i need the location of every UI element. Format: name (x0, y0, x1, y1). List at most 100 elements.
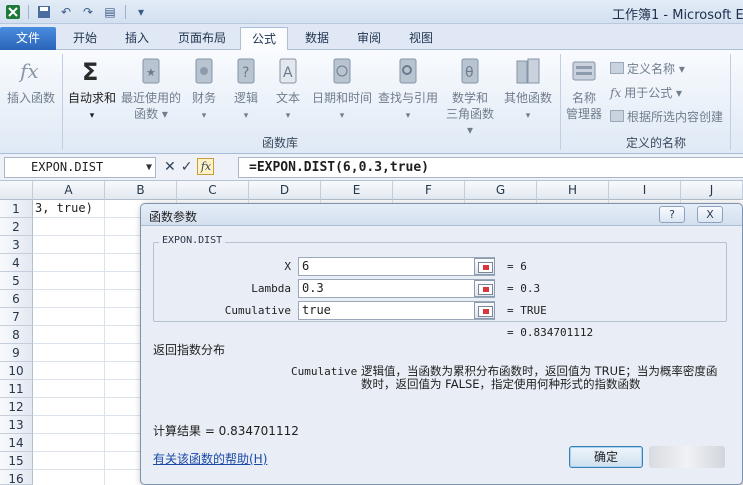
svg-text:θ: θ (465, 65, 474, 81)
row-header[interactable]: 11 (0, 380, 33, 398)
column-header[interactable]: H (537, 181, 609, 200)
row-header[interactable]: 4 (0, 254, 33, 272)
sigma-icon: Σ (82, 58, 98, 86)
row-header[interactable]: 14 (0, 434, 33, 452)
quick-access-toolbar: ↶ ↷ ▤ ▾ (4, 3, 150, 21)
name-manager-icon (572, 61, 596, 81)
use-in-formula-button[interactable]: fx 用于公式 ▾ (610, 84, 682, 101)
calc-result: 计算结果 = 0.834701112 (153, 424, 299, 438)
arg-input-cumulative[interactable]: true (298, 301, 495, 320)
ok-button[interactable]: 确定 (569, 446, 643, 468)
arg-desc-name: Cumulative (291, 365, 358, 378)
math-trig-button[interactable]: θ 数学和 三角函数 ▾ (442, 56, 498, 138)
financial-button[interactable]: 财务 ▾ (186, 56, 222, 124)
cancel-button[interactable] (649, 446, 725, 468)
text-button[interactable]: A 文本 ▾ (270, 56, 306, 124)
insert-function-fx-icon[interactable]: fx (197, 158, 215, 175)
arg-desc-line2: 数时，返回值为 FALSE，指定使用何种形式的指数函数 (361, 377, 641, 391)
collapse-dialog-icon[interactable] (474, 280, 495, 297)
help-icon[interactable]: ? (659, 206, 685, 223)
row-header[interactable]: 9 (0, 344, 33, 362)
define-name-icon (610, 62, 624, 74)
excel-logo-icon (4, 3, 22, 21)
row-header[interactable]: 12 (0, 398, 33, 416)
row-header[interactable]: 2 (0, 218, 33, 236)
row-header[interactable]: 5 (0, 272, 33, 290)
save-icon[interactable] (35, 3, 53, 21)
define-name-button[interactable]: 定义名称 ▾ (610, 60, 685, 77)
tab-view[interactable]: 视图 (398, 27, 444, 50)
arg-result-x: = 6 (507, 260, 527, 273)
name-box[interactable]: EXPON.DIST ▼ (4, 157, 156, 178)
close-icon[interactable]: X (697, 206, 723, 223)
datetime-button[interactable]: 日期和时间 ▾ (310, 56, 374, 124)
tab-home[interactable]: 开始 (62, 27, 108, 50)
row-header[interactable]: 13 (0, 416, 33, 434)
enter-check-icon[interactable]: ✓ (181, 159, 193, 175)
collapse-dialog-icon[interactable] (474, 258, 495, 275)
arg-label-x: X (284, 260, 291, 273)
row-header[interactable]: 1 (0, 200, 33, 218)
tab-formulas[interactable]: 公式 (240, 27, 288, 51)
arg-result-lambda: = 0.3 (507, 282, 541, 295)
column-header[interactable]: C (177, 181, 249, 200)
arg-result-cumulative: = TRUE (507, 304, 547, 317)
column-header[interactable]: F (393, 181, 465, 200)
customize-toolbar-icon[interactable]: ▾ (132, 3, 150, 21)
cancel-icon[interactable]: ✕ (164, 159, 176, 175)
column-header[interactable]: I (609, 181, 681, 200)
select-all-corner[interactable] (0, 181, 33, 200)
chevron-down-icon[interactable]: ▼ (146, 158, 152, 177)
redo-icon[interactable]: ↷ (79, 3, 97, 21)
group-label-defined-names: 定义的名称 (625, 136, 686, 150)
column-header[interactable]: D (249, 181, 321, 200)
arg-label-cumulative: Cumulative (224, 304, 291, 317)
lookup-reference-button[interactable]: 查找与引用 ▾ (376, 56, 440, 124)
tab-review[interactable]: 审阅 (346, 27, 392, 50)
collapse-dialog-icon[interactable] (474, 302, 495, 319)
column-header[interactable]: G (465, 181, 537, 200)
tab-data[interactable]: 数据 (294, 27, 340, 50)
formula-bar: EXPON.DIST ▼ ✕ ✓ fx =EXPON.DIST(6,0.3,tr… (0, 154, 743, 181)
column-header[interactable]: A (33, 181, 105, 200)
book-magnifier-icon (399, 58, 417, 84)
dialog-title-bar[interactable]: 函数参数 ? X (141, 204, 742, 226)
row-header[interactable]: 6 (0, 290, 33, 308)
arg-input-lambda[interactable]: 0.3 (298, 279, 495, 298)
column-header[interactable]: J (681, 181, 743, 200)
function-description: 返回指数分布 (153, 343, 226, 357)
print-preview-icon[interactable]: ▤ (101, 3, 119, 21)
row-header[interactable]: 7 (0, 308, 33, 326)
column-header[interactable]: E (321, 181, 393, 200)
row-header[interactable]: 16 (0, 470, 33, 485)
create-from-selection-icon (610, 110, 624, 122)
column-header[interactable]: B (105, 181, 177, 200)
arg-input-x[interactable]: 6 (298, 257, 495, 276)
tab-page-layout[interactable]: 页面布局 (166, 27, 238, 50)
function-arguments-dialog: 函数参数 ? X EXPON.DIST X 6 = 6 Lambda 0.3 =… (140, 203, 743, 485)
books-icon (516, 58, 540, 84)
formula-input[interactable]: =EXPON.DIST(6,0.3,true) (238, 157, 743, 178)
row-header[interactable]: 3 (0, 236, 33, 254)
name-manager-button[interactable]: 名称 管理器 (562, 56, 606, 122)
book-clock-icon (333, 58, 351, 84)
row-header[interactable]: 8 (0, 326, 33, 344)
autosum-button[interactable]: Σ 自动求和 ▾ (66, 56, 118, 124)
insert-function-button[interactable]: fx 插入函数 (4, 56, 58, 106)
svg-text:Σ: Σ (82, 58, 98, 86)
more-functions-button[interactable]: 其他函数 ▾ (500, 56, 556, 124)
create-from-selection-button[interactable]: 根据所选内容创建 (610, 108, 723, 125)
recent-functions-button[interactable]: ★ 最近使用的 函数 ▾ (120, 56, 182, 122)
undo-icon[interactable]: ↶ (57, 3, 75, 21)
function-help-link[interactable]: 有关该函数的帮助(H) (153, 450, 267, 467)
logical-button[interactable]: ? 逻辑 ▾ (228, 56, 264, 124)
formula-result-preview: = 0.834701112 (507, 326, 594, 339)
book-text-icon: A (279, 58, 297, 84)
book-star-icon: ★ (142, 58, 160, 84)
tab-file[interactable]: 文件 (0, 27, 56, 50)
cell-a1[interactable]: 3, true) (35, 201, 93, 215)
row-header[interactable]: 15 (0, 452, 33, 470)
tab-insert[interactable]: 插入 (114, 27, 160, 50)
row-header[interactable]: 10 (0, 362, 33, 380)
svg-text:?: ? (242, 65, 249, 81)
